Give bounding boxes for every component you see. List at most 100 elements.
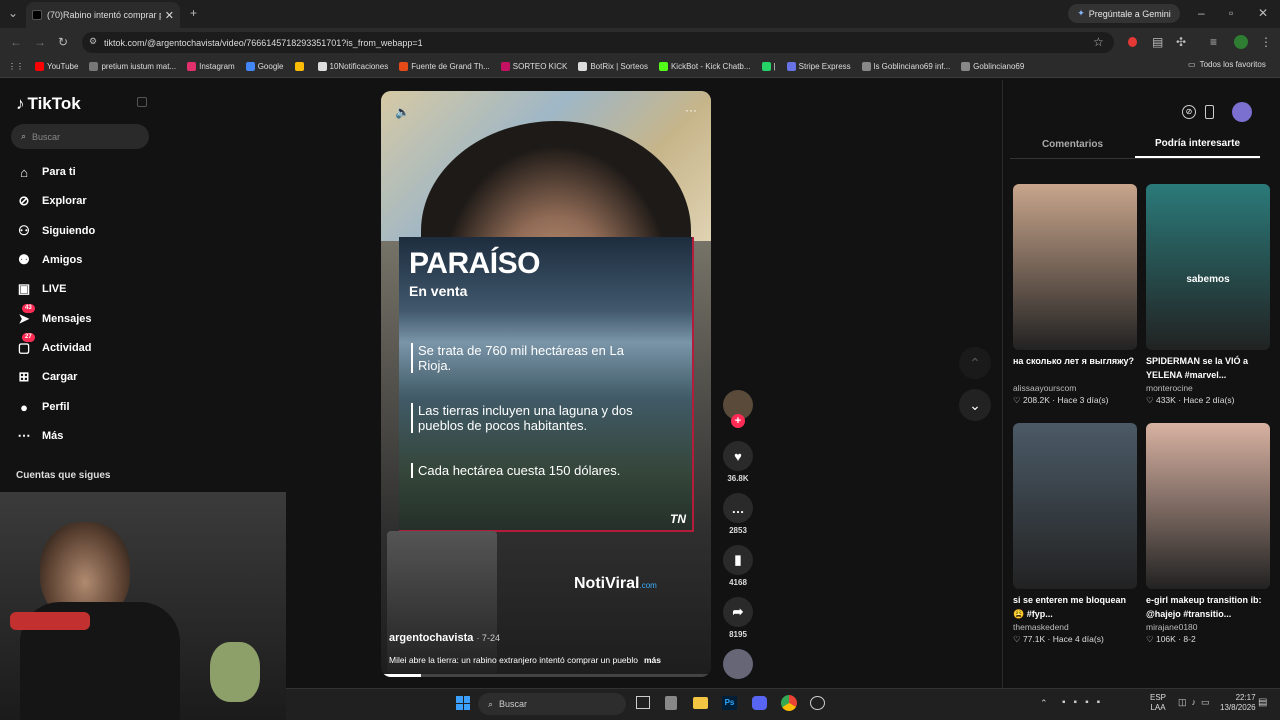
video-author[interactable]: argentochavista · 7-24 (389, 632, 500, 644)
bookmark-item[interactable]: 10Notificaciones (317, 62, 388, 71)
bookmark-item[interactable]: BotRix | Sorteos (578, 62, 648, 71)
card-author[interactable]: alissaayourscom (1013, 383, 1137, 393)
url-field[interactable]: tiktok.com/@argentochavista/video/766614… (82, 32, 1114, 53)
sidebar-item-amigos[interactable]: ⚉ Amigos (16, 252, 82, 268)
tray-icons[interactable]: ▪▪▪▪ (1062, 697, 1108, 708)
device-icon[interactable] (1205, 105, 1214, 119)
maximize-button[interactable]: ▫ (1229, 6, 1233, 20)
search-input[interactable]: ⌕ Buscar (11, 124, 149, 149)
bookmark-item[interactable]: KickBot - Kick Chatb... (658, 62, 751, 71)
reading-list-icon[interactable]: ≡ (1210, 35, 1217, 49)
video-thumbnail[interactable] (1013, 423, 1137, 589)
task-view-icon[interactable] (636, 696, 650, 709)
discord-icon[interactable] (752, 696, 767, 710)
gemini-button[interactable]: ✦ Pregúntale a Gemini (1068, 4, 1180, 23)
tray-chevron-icon[interactable]: ⌃ (1040, 698, 1048, 709)
sidebar-item-para-ti[interactable]: ⌂ Para ti (16, 164, 76, 180)
photoshop-icon[interactable]: Ps (722, 696, 737, 710)
collapse-sidebar-icon[interactable] (137, 97, 147, 107)
video-thumbnail[interactable] (1146, 423, 1270, 589)
bookmark-item[interactable]: Stripe Express (786, 62, 851, 71)
notification-badge: 43 (22, 304, 35, 313)
profile-avatar[interactable] (1234, 35, 1248, 49)
menu-icon[interactable]: ⋮ (1260, 35, 1272, 49)
all-bookmarks[interactable]: ▭ Todos los favoritos (1188, 60, 1266, 69)
card-bullet: Se trata de 760 mil hectáreas en La Rioj… (411, 343, 641, 373)
taskbar-search[interactable]: ⌕ Buscar (478, 693, 626, 715)
like-button[interactable]: ♥ 36.8K (722, 441, 754, 483)
bookmark-item[interactable]: Google (245, 62, 284, 71)
sidebar-item-explorar[interactable]: ⊘ Explorar (16, 193, 87, 209)
language-indicator[interactable]: ESP LAA (1150, 693, 1166, 713)
card-author[interactable]: mirajane0180 (1146, 622, 1270, 632)
browser-tab[interactable]: (70)Rabino intentó comprar pu ✕ (26, 2, 180, 28)
follow-plus-icon[interactable]: + (731, 414, 745, 428)
tab-close-icon[interactable]: ✕ (165, 9, 174, 22)
bookmark-item[interactable]: ls Goblinciano69 inf... (861, 62, 950, 71)
author-avatar[interactable]: + (722, 390, 754, 428)
site-info-icon[interactable]: ⚙ (89, 36, 97, 47)
bookmark-item[interactable]: Fuente de Grand Th... (399, 62, 490, 71)
music-disc[interactable] (722, 649, 754, 682)
bookmark-item[interactable]: YouTube (35, 62, 78, 71)
bookmark-item[interactable]: | (761, 62, 776, 71)
recommended-video-card[interactable]: e-girl makeup transition ib: @hajejo #tr… (1146, 423, 1270, 645)
recommended-video-card[interactable]: si se enteren me bloquean😩 #fyp... themas… (1013, 423, 1137, 645)
start-icon[interactable] (456, 696, 470, 710)
network-sound-icons[interactable]: ◫♪▭ (1178, 697, 1215, 708)
video-thumbnail[interactable] (1013, 184, 1137, 350)
forward-icon[interactable]: → (34, 35, 46, 49)
recommended-video-card[interactable]: на сколько лет я выгляжу? alissaayourscom… (1013, 184, 1137, 406)
chrome-icon[interactable] (781, 695, 797, 711)
file-explorer-icon[interactable] (693, 697, 708, 709)
explore-icon[interactable]: ⊘ (1182, 105, 1196, 119)
sidebar-item-mensajes[interactable]: ➤ 43 Mensajes (16, 304, 92, 327)
extension-icon-2[interactable]: ▤ (1152, 35, 1163, 49)
card-stats: ♡ 77.1K · Hace 4 día(s) (1013, 634, 1104, 644)
new-tab-button[interactable]: + (190, 6, 197, 20)
tab-comments[interactable]: Comentarios (1010, 131, 1135, 158)
video-thumbnail[interactable]: sabemos (1146, 184, 1270, 350)
sidebar-item-siguiendo[interactable]: ⚇ Siguiendo (16, 223, 95, 239)
bookmark-item[interactable]: Goblinciano69 (961, 62, 1024, 71)
volume-icon[interactable]: 🔈 (395, 105, 410, 119)
user-avatar[interactable] (1232, 102, 1252, 122)
tab-recommended[interactable]: Podría interesarte (1135, 131, 1260, 158)
recommended-video-card[interactable]: sabemos SPIDERMAN se la VIÓ a YELENA #mar… (1146, 184, 1270, 406)
notification-icon[interactable]: ▤ (1258, 697, 1267, 708)
bookmark-item[interactable]: Instagram (187, 62, 235, 71)
reload-icon[interactable]: ↻ (58, 35, 68, 49)
more-options-icon[interactable]: ··· (685, 103, 697, 117)
tab-search-icon[interactable]: ⌄ (8, 6, 18, 20)
apps-icon[interactable]: ⋮⋮ (8, 62, 24, 71)
sidebar-item-más[interactable]: ⋯ Más (16, 428, 64, 444)
card-author[interactable]: monterocine (1146, 383, 1270, 393)
app-icon[interactable] (665, 696, 677, 710)
comment-button[interactable]: … 2853 (722, 493, 754, 535)
minimize-button[interactable]: – (1198, 6, 1205, 20)
next-video-button[interactable]: ⌄ (959, 389, 991, 421)
sidebar-item-actividad[interactable]: ▢ 27 Actividad (16, 333, 92, 356)
extensions-puzzle-icon[interactable]: ✣ (1176, 35, 1186, 49)
app-icon-2[interactable] (810, 696, 825, 710)
share-button[interactable]: ➦ 8195 (722, 597, 754, 639)
sidebar-item-perfil[interactable]: ● Perfil (16, 399, 69, 415)
bookmark-item[interactable] (294, 62, 307, 71)
video-player[interactable]: 🔈 ··· PARAÍSO En venta Se trata de 760 m… (381, 91, 711, 677)
sidebar-item-cargar[interactable]: ⊞ Cargar (16, 369, 78, 385)
sidebar-item-live[interactable]: ▣ LIVE (16, 281, 67, 297)
previous-video-button[interactable]: ⌃ (959, 347, 991, 379)
back-icon[interactable]: ← (10, 35, 22, 49)
bookmark-star-icon[interactable]: ☆ (1093, 35, 1104, 49)
window-close-button[interactable]: ✕ (1258, 6, 1268, 20)
tiktok-logo[interactable]: ♪ TikTok (16, 94, 81, 114)
clock[interactable]: 22:17 13/8/2026 (1220, 693, 1256, 713)
extension-icon[interactable] (1128, 37, 1137, 47)
bookmark-item[interactable]: pretium iustum mat... (89, 62, 176, 71)
bookmark-item[interactable]: SORTEO KICK (500, 62, 567, 71)
card-author[interactable]: themaskedend (1013, 622, 1137, 632)
progress-bar[interactable] (381, 674, 711, 677)
save-button[interactable]: ▮ 4168 (722, 545, 754, 587)
tab-title: (70)Rabino intentó comprar pu (47, 10, 161, 20)
more-link[interactable]: más (644, 655, 661, 665)
